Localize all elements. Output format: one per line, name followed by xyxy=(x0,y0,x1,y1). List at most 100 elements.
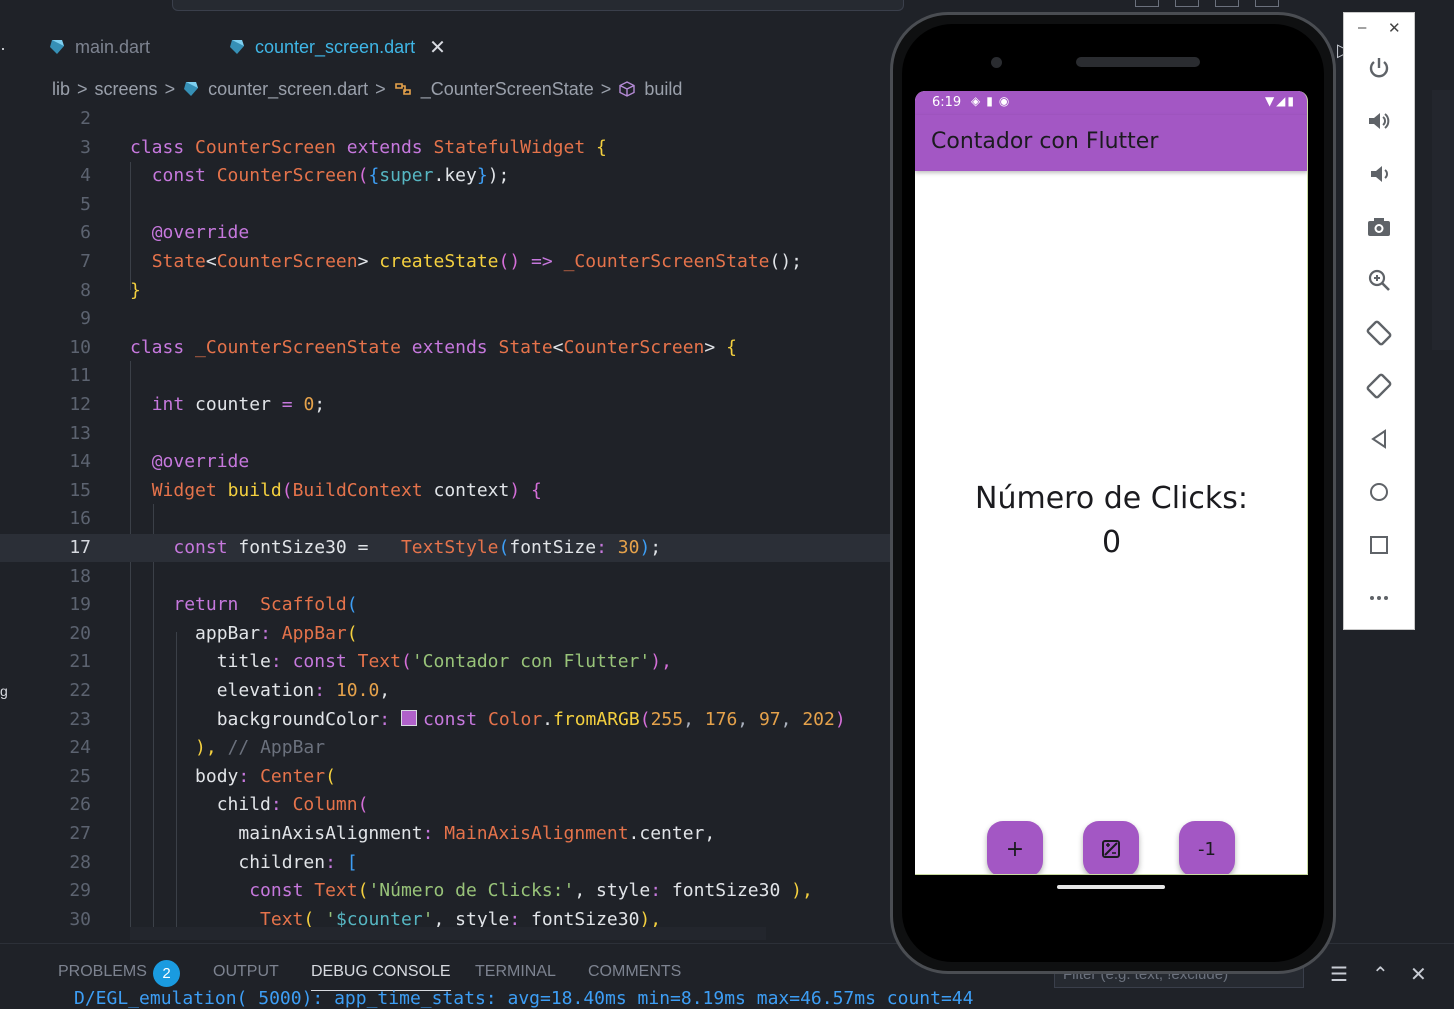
close-emulator-button[interactable]: ✕ xyxy=(1388,19,1401,37)
overview-icon xyxy=(1370,536,1388,554)
emulator-screen[interactable]: 6:19 ◈▮◉ ▼◢▮ Contador con Flutter Número… xyxy=(915,91,1308,875)
reset-button[interactable] xyxy=(1083,821,1139,874)
power-button[interactable] xyxy=(1362,51,1396,85)
code-line: 29 const Text('Número de Clicks:', style… xyxy=(69,880,813,902)
rotate-right-icon xyxy=(1366,373,1392,399)
code-line: 6 @override xyxy=(80,222,250,244)
app-bar-title: Contador con Flutter xyxy=(931,129,1159,154)
tab-terminal[interactable]: TERMINAL xyxy=(475,963,556,981)
home-icon xyxy=(1370,483,1388,501)
dart-file-icon xyxy=(184,82,199,96)
code-line: 18 xyxy=(69,565,91,587)
layout-toggle-icon[interactable] xyxy=(1135,0,1159,7)
notification-icons: ◈▮◉ xyxy=(971,94,1016,108)
layout-toggle-icon[interactable] xyxy=(1255,0,1279,7)
more-button[interactable] xyxy=(1362,581,1396,615)
code-line: 10 class _CounterScreenState extends Stat… xyxy=(69,336,737,358)
code-line: 15 Widget build(BuildContext context) { xyxy=(69,479,542,501)
maximize-panel-icon[interactable]: ⌃ xyxy=(1372,962,1389,987)
emulator-toolbar: – ✕ xyxy=(1343,12,1415,630)
android-status-bar: 6:19 ◈▮◉ ▼◢▮ xyxy=(915,91,1307,115)
breadcrumb-file[interactable]: counter_screen.dart xyxy=(208,79,368,100)
tab-output[interactable]: OUTPUT xyxy=(213,963,279,981)
rotate-right-button[interactable] xyxy=(1362,369,1396,403)
code-line: 27 mainAxisAlignment: MainAxisAlignment.… xyxy=(69,823,716,844)
breadcrumb: lib > screens > counter_screen.dart > _C… xyxy=(52,76,682,102)
signal-battery-icons: ▼◢▮ xyxy=(1264,94,1296,108)
decrement-button[interactable]: -1 xyxy=(1179,821,1235,874)
power-icon xyxy=(1369,58,1389,78)
volume-up-button[interactable] xyxy=(1362,104,1396,138)
breadcrumb-screens[interactable]: screens xyxy=(95,79,158,100)
tab-main-dart[interactable]: main.dart xyxy=(48,34,150,60)
tab-problems[interactable]: PROBLEMS xyxy=(58,963,147,981)
minimize-emulator-button[interactable]: – xyxy=(1358,19,1366,36)
status-time: 6:19 xyxy=(932,95,962,110)
code-line: 21 title: const Text('Contador con Flutt… xyxy=(69,651,672,673)
tab-debug-console[interactable]: DEBUG CONSOLE xyxy=(311,963,451,991)
tab-label: counter_screen.dart xyxy=(255,36,416,57)
method-cube-icon xyxy=(619,81,636,97)
editor-tab-bar: main.dart counter_screen.dart ✕ xyxy=(0,10,900,72)
breadcrumb-method[interactable]: build xyxy=(644,79,682,100)
problems-count-badge: 2 xyxy=(153,960,180,987)
volume-down-button[interactable] xyxy=(1362,157,1396,191)
dart-file-icon xyxy=(50,40,64,54)
screenshot-button[interactable] xyxy=(1362,210,1396,244)
code-line: 7 State<CounterScreen> createState() => … xyxy=(80,251,802,272)
code-line: 22 elevation: 10.0, xyxy=(69,680,391,701)
code-editor[interactable]: 2 3 class CounterScreen extends StatefulW… xyxy=(0,105,890,940)
back-icon xyxy=(1371,429,1386,449)
minimap[interactable] xyxy=(1432,90,1454,350)
breadcrumb-lib[interactable]: lib xyxy=(52,79,70,100)
counter-label: Número de Clicks: xyxy=(975,481,1248,516)
console-output-line: D/EGL_emulation( 5000): app_time_stats: … xyxy=(74,988,974,1008)
code-line: 4 const CounterScreen({super.key}); xyxy=(80,165,510,187)
code-line: 9 xyxy=(80,308,91,330)
rotate-left-icon xyxy=(1366,320,1392,346)
back-button[interactable] xyxy=(1362,422,1396,456)
code-line: 12 int counter = 0; xyxy=(69,394,326,415)
code-line: 2 xyxy=(80,108,91,129)
code-line: 16 xyxy=(69,508,91,530)
zoom-button[interactable] xyxy=(1362,263,1396,297)
color-swatch[interactable] xyxy=(400,709,417,726)
horizontal-scrollbar[interactable] xyxy=(130,927,766,940)
home-button[interactable] xyxy=(1362,475,1396,509)
volume-up-icon xyxy=(1369,113,1390,129)
code-line: 5 xyxy=(80,193,91,215)
tab-counter-screen-dart[interactable]: counter_screen.dart ✕ xyxy=(228,34,446,60)
close-panel-icon[interactable]: ✕ xyxy=(1410,962,1427,987)
clear-console-icon[interactable]: ☰ xyxy=(1330,962,1348,987)
overview-button[interactable] xyxy=(1362,528,1396,562)
counter-value: 0 xyxy=(1101,525,1122,560)
code-line: 26 child: Column( xyxy=(69,794,369,816)
zoom-icon xyxy=(1368,269,1390,291)
code-line: 20 appBar: AppBar( xyxy=(69,622,358,644)
tab-comments[interactable]: COMMENTS xyxy=(588,963,681,981)
chevron-right-icon: > xyxy=(600,78,612,99)
code-line: 28 children: [ xyxy=(69,851,358,873)
code-line: 8} xyxy=(80,279,141,301)
chevron-right-icon: > xyxy=(375,78,386,99)
more-icon xyxy=(1370,596,1388,600)
layout-toggle-icon[interactable] xyxy=(1175,0,1199,7)
app-bar: Contador con Flutter xyxy=(915,115,1307,171)
chevron-right-icon: > xyxy=(164,78,176,99)
title-bar xyxy=(0,0,1454,11)
earpiece-speaker xyxy=(1076,57,1200,67)
increment-button[interactable]: + xyxy=(987,821,1043,874)
code-line: 23 backgroundColor: const Color.fromARGB… xyxy=(69,708,846,730)
code-line: 3 class CounterScreen extends StatefulWid… xyxy=(80,136,607,158)
reset-icon xyxy=(1102,840,1120,858)
code-line: 11 xyxy=(69,365,91,387)
layout-toggle-icon[interactable] xyxy=(1215,0,1239,7)
rotate-left-button[interactable] xyxy=(1362,316,1396,350)
front-camera xyxy=(991,57,1002,68)
breadcrumb-class[interactable]: _CounterScreenState xyxy=(421,79,594,100)
close-icon[interactable]: ✕ xyxy=(429,35,446,60)
code-line-current: 17 const fontSize30 = TextStyle(fontSize… xyxy=(0,534,890,562)
camera-icon xyxy=(1368,218,1390,236)
gesture-nav-handle[interactable] xyxy=(1057,885,1165,889)
code-line: 19 return Scaffold( xyxy=(69,594,358,616)
